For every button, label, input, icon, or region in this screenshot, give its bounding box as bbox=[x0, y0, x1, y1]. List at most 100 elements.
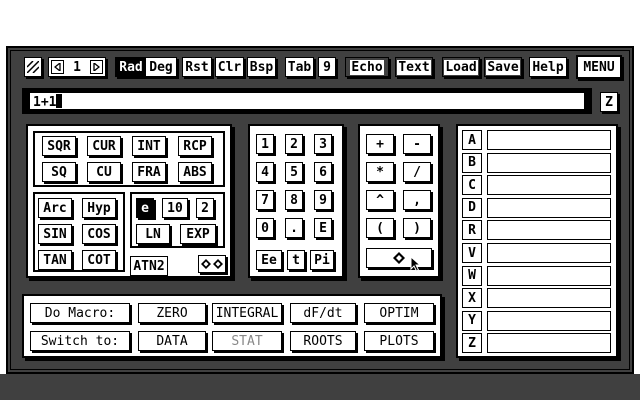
page-stepper: 1 bbox=[48, 57, 106, 77]
evaluate-button[interactable] bbox=[366, 248, 432, 268]
variable-field-d[interactable] bbox=[487, 197, 611, 218]
expression-bar: 1+1 bbox=[22, 88, 592, 114]
clr-button[interactable]: Clr bbox=[215, 57, 244, 77]
text-cursor bbox=[56, 94, 63, 108]
variable-field-r[interactable] bbox=[487, 220, 611, 241]
variable-label-d[interactable]: D bbox=[462, 197, 482, 218]
numpad-key-4[interactable]: 4 bbox=[256, 162, 274, 182]
ln-button[interactable]: LN bbox=[136, 224, 170, 244]
variable-field-y[interactable] bbox=[487, 310, 611, 331]
numpad-key-dot[interactable]: . bbox=[285, 218, 303, 238]
numpad-key-7[interactable]: 7 bbox=[256, 190, 274, 210]
tan-button[interactable]: TAN bbox=[38, 250, 72, 270]
save-button[interactable]: Save bbox=[484, 57, 522, 77]
variable-field-w[interactable] bbox=[487, 265, 611, 286]
hyp-button[interactable]: Hyp bbox=[82, 198, 116, 218]
stat-button[interactable]: STAT bbox=[212, 331, 282, 351]
divide-button[interactable]: / bbox=[403, 162, 431, 182]
tab-button[interactable]: Tab bbox=[285, 57, 314, 77]
sq-button[interactable]: SQ bbox=[42, 162, 76, 182]
integral-button[interactable]: INTEGRAL bbox=[212, 303, 282, 323]
comma-button[interactable]: , bbox=[403, 190, 431, 210]
variable-label-c[interactable]: C bbox=[462, 175, 482, 196]
cot-button[interactable]: COT bbox=[82, 250, 116, 270]
variable-label-a[interactable]: A bbox=[462, 130, 482, 150]
load-button[interactable]: Load bbox=[442, 57, 480, 77]
numpad-key-6[interactable]: 6 bbox=[314, 162, 332, 182]
do-macro-label: Do Macro: bbox=[30, 303, 130, 323]
variable-label-r[interactable]: R bbox=[462, 220, 482, 241]
sin-button[interactable]: SIN bbox=[38, 224, 72, 244]
variable-label-x[interactable]: X bbox=[462, 288, 482, 309]
numpad-key-e[interactable]: E bbox=[314, 218, 332, 238]
minus-button[interactable]: - bbox=[403, 134, 431, 154]
cu-button[interactable]: CU bbox=[87, 162, 121, 182]
sqr-button[interactable]: SQR bbox=[42, 136, 76, 156]
multiply-button[interactable]: * bbox=[366, 162, 394, 182]
echo-button[interactable]: Echo bbox=[345, 57, 389, 77]
diamond-toggle[interactable] bbox=[198, 255, 226, 273]
expression-z-button[interactable]: Z bbox=[600, 92, 618, 112]
rst-button[interactable]: Rst bbox=[182, 57, 212, 77]
arc-button[interactable]: Arc bbox=[38, 198, 72, 218]
plots-button[interactable]: PLOTS bbox=[364, 331, 434, 351]
two-base-button[interactable]: 2 bbox=[196, 198, 214, 218]
numpad-key-5[interactable]: 5 bbox=[285, 162, 303, 182]
switch-to-label: Switch to: bbox=[30, 331, 130, 351]
cos-button[interactable]: COS bbox=[82, 224, 116, 244]
numpad-key-1[interactable]: 1 bbox=[256, 134, 274, 154]
atn2-button[interactable]: ATN2 bbox=[130, 256, 168, 276]
roots-button[interactable]: ROOTS bbox=[290, 331, 356, 351]
variable-field-x[interactable] bbox=[487, 288, 611, 309]
help-button[interactable]: Help bbox=[529, 57, 567, 77]
variable-field-b[interactable] bbox=[487, 152, 611, 173]
optim-button[interactable]: OPTIM bbox=[364, 303, 434, 323]
fra-button[interactable]: FRA bbox=[132, 162, 166, 182]
ee-button[interactable]: Ee bbox=[256, 250, 282, 270]
zero-button[interactable]: ZERO bbox=[138, 303, 206, 323]
tab-value[interactable]: 9 bbox=[318, 57, 336, 77]
text-button[interactable]: Text bbox=[395, 57, 433, 77]
cur-button[interactable]: CUR bbox=[87, 136, 121, 156]
variable-field-v[interactable] bbox=[487, 243, 611, 263]
page-number: 1 bbox=[73, 59, 81, 75]
t-button[interactable]: t bbox=[287, 250, 305, 270]
plus-button[interactable]: + bbox=[366, 134, 394, 154]
variable-label-y[interactable]: Y bbox=[462, 310, 482, 331]
numpad-key-0[interactable]: 0 bbox=[256, 218, 274, 238]
numpad-key-2[interactable]: 2 bbox=[285, 134, 303, 154]
expression-input[interactable]: 1+1 bbox=[30, 93, 584, 111]
close-paren-button[interactable]: ) bbox=[403, 218, 431, 238]
rad-button[interactable]: Rad bbox=[116, 58, 146, 76]
double-diamond-icon bbox=[201, 259, 223, 269]
desktop-background bbox=[0, 374, 640, 400]
variable-field-z[interactable] bbox=[487, 333, 611, 354]
power-button[interactable]: ^ bbox=[366, 190, 394, 210]
close-box[interactable] bbox=[24, 57, 42, 77]
variable-label-v[interactable]: V bbox=[462, 243, 482, 263]
variable-field-a[interactable] bbox=[487, 130, 611, 150]
menu-button[interactable]: MENU bbox=[576, 55, 622, 79]
variable-label-w[interactable]: W bbox=[462, 265, 482, 286]
variable-label-z[interactable]: Z bbox=[462, 333, 482, 354]
data-button[interactable]: DATA bbox=[138, 331, 206, 351]
mouse-pointer-icon bbox=[410, 256, 422, 272]
pi-button[interactable]: Pi bbox=[310, 250, 334, 270]
e-base-button[interactable]: e bbox=[136, 198, 154, 218]
ten-base-button[interactable]: 10 bbox=[162, 198, 188, 218]
bsp-button[interactable]: Bsp bbox=[247, 57, 276, 77]
page-prev-icon[interactable] bbox=[51, 60, 64, 74]
numpad-key-8[interactable]: 8 bbox=[285, 190, 303, 210]
open-paren-button[interactable]: ( bbox=[366, 218, 394, 238]
page-next-icon[interactable] bbox=[89, 60, 103, 74]
derivative-button[interactable]: dF/dt bbox=[290, 303, 356, 323]
deg-button[interactable]: Deg bbox=[146, 58, 176, 76]
numpad-key-3[interactable]: 3 bbox=[314, 134, 332, 154]
variable-label-b[interactable]: B bbox=[462, 152, 482, 173]
abs-button[interactable]: ABS bbox=[178, 162, 212, 182]
exp-button[interactable]: EXP bbox=[180, 224, 216, 244]
int-button[interactable]: INT bbox=[132, 136, 166, 156]
variable-field-c[interactable] bbox=[487, 175, 611, 196]
rcp-button[interactable]: RCP bbox=[178, 136, 212, 156]
numpad-key-9[interactable]: 9 bbox=[314, 190, 332, 210]
